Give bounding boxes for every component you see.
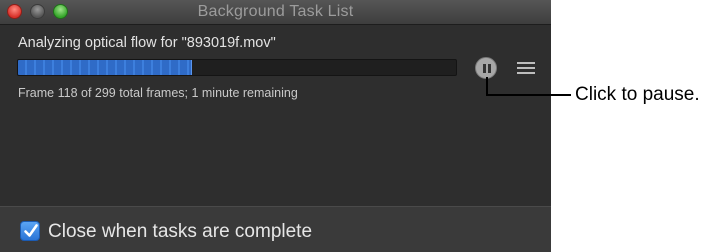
close-when-complete-label[interactable]: Close when tasks are complete: [48, 221, 312, 243]
menu-icon[interactable]: [517, 62, 535, 74]
close-when-complete-checkbox[interactable]: [20, 221, 40, 241]
pause-button[interactable]: [475, 57, 497, 79]
window-title: Background Task List: [197, 3, 354, 20]
title-bar[interactable]: Background Task List: [0, 0, 551, 25]
callout-label: Click to pause.: [575, 84, 700, 105]
task-progress-bar: [17, 59, 457, 76]
task-name: Analyzing optical flow for "893019f.mov": [18, 35, 276, 51]
pause-icon: [482, 64, 486, 73]
footer-bar: Close when tasks are complete: [0, 206, 551, 252]
task-progress-fill: [18, 60, 192, 75]
checkmark-icon: [24, 224, 38, 237]
callout-leader-horizontal: [486, 94, 571, 96]
background-task-window: Background Task List Analyzing optical f…: [0, 0, 551, 252]
task-status: Frame 118 of 299 total frames; 1 minute …: [18, 86, 298, 100]
